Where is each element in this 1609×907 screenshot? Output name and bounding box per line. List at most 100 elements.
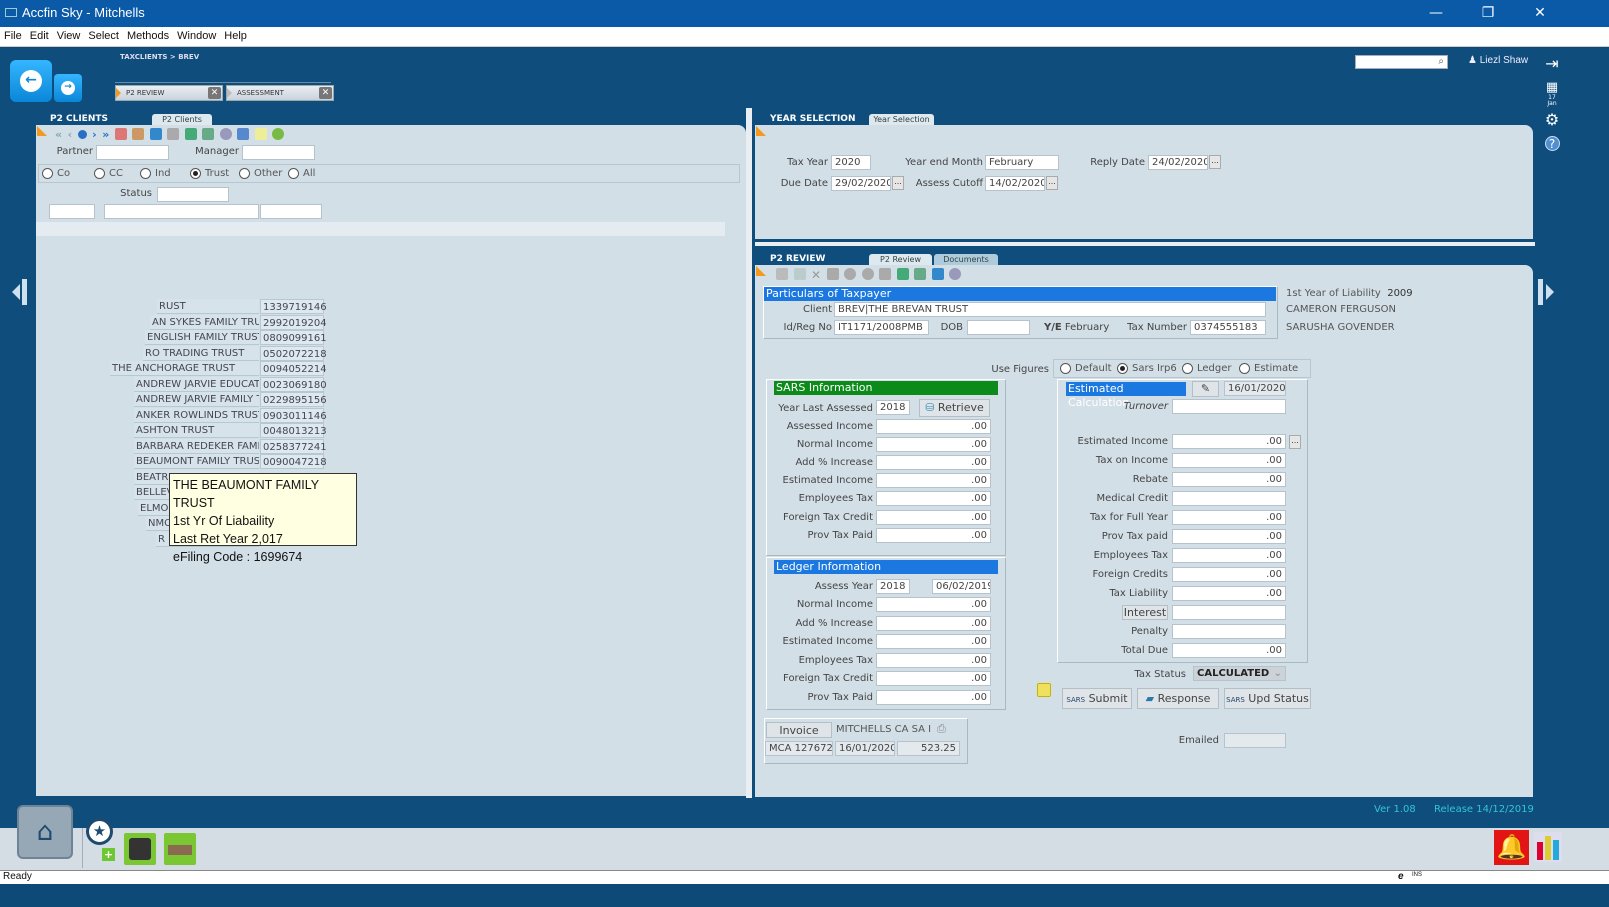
assess-cutoff-input[interactable]: 14/02/2020 bbox=[985, 176, 1045, 191]
estimate-field-input[interactable] bbox=[1172, 605, 1286, 620]
radio-estimate[interactable]: Estimate bbox=[1239, 363, 1298, 374]
doc-tab-assessment[interactable]: ASSESSMENT ✕ bbox=[226, 85, 334, 101]
last-record-icon[interactable]: » bbox=[102, 128, 109, 141]
client-row[interactable]: ANDREW JARVIE FAMILY TF 0229895156 bbox=[0, 392, 330, 408]
minimize-button[interactable]: — bbox=[1413, 0, 1459, 27]
year-last-assessed-input[interactable]: 2018 bbox=[876, 400, 910, 415]
calculator-button[interactable]: ✎ bbox=[1192, 381, 1219, 397]
due-date-input[interactable]: 29/02/2020 bbox=[831, 176, 891, 191]
print-icon[interactable] bbox=[879, 268, 892, 280]
interest-button[interactable]: Interest bbox=[1122, 605, 1168, 620]
note-icon[interactable] bbox=[1037, 683, 1051, 697]
menu-select[interactable]: Select bbox=[84, 27, 123, 42]
radio-cc[interactable]: CC bbox=[94, 168, 123, 179]
emailed-input[interactable] bbox=[1224, 733, 1286, 748]
client-row[interactable]: BEAUMONT FAMILY TRUST 0090047218 bbox=[0, 454, 330, 470]
radio-trust[interactable]: Trust bbox=[190, 168, 229, 179]
client-row[interactable]: ANDREW JARVIE EDUCATIO 0023069180 bbox=[0, 376, 330, 393]
favorites-star-icon[interactable]: ★ bbox=[86, 818, 113, 845]
new-icon[interactable] bbox=[776, 268, 788, 280]
radio-other[interactable]: Other bbox=[239, 168, 282, 179]
estimate-field-input[interactable]: .00 bbox=[1172, 643, 1286, 658]
config-icon[interactable] bbox=[219, 128, 232, 140]
estimate-field-input[interactable]: .00 bbox=[1172, 529, 1286, 544]
expand-right-arrow[interactable] bbox=[1538, 279, 1558, 305]
assess-year-input[interactable]: 2018 bbox=[876, 579, 910, 594]
client-row[interactable]: ASHTON TRUST 0048013213 bbox=[0, 423, 330, 439]
import-icon[interactable] bbox=[202, 128, 215, 140]
estimate-field-input[interactable]: .00 bbox=[1172, 567, 1286, 582]
client-row[interactable]: RO TRADING TRUST 0502072218 bbox=[0, 345, 330, 362]
client-row[interactable]: ENGLISH FAMILY TRUST 0809099161 bbox=[0, 330, 330, 346]
notification-bell-icon[interactable]: 🔔 bbox=[1494, 830, 1529, 865]
ledger-field-input[interactable]: .00 bbox=[876, 615, 991, 631]
sars-field-input[interactable]: .00 bbox=[876, 455, 991, 471]
estimate-field-input[interactable]: .00 bbox=[1172, 453, 1286, 468]
assess-cutoff-picker-button[interactable]: ... bbox=[1046, 176, 1058, 190]
settings-gear-icon[interactable]: ⚙ bbox=[1543, 110, 1561, 129]
sars-field-input[interactable]: .00 bbox=[876, 419, 991, 434]
assess-date-input[interactable]: 06/02/2019 bbox=[932, 579, 991, 594]
import-icon[interactable] bbox=[914, 268, 927, 280]
tax-status-select[interactable]: CALCULATED ⌄ bbox=[1193, 666, 1286, 681]
reply-date-input[interactable]: 24/02/2020 bbox=[1148, 155, 1208, 170]
id-reg-input[interactable]: IT1171/2008PMB bbox=[834, 320, 929, 335]
reject-icon[interactable] bbox=[861, 268, 874, 280]
estimate-field-input[interactable]: .00 bbox=[1172, 586, 1286, 601]
next-record-icon[interactable]: › bbox=[92, 128, 97, 141]
tab-p2-review[interactable]: P2 Review bbox=[869, 254, 932, 265]
stamp-app-icon[interactable] bbox=[164, 833, 196, 865]
edit-icon[interactable] bbox=[793, 268, 806, 280]
help-icon[interactable]: ? bbox=[1544, 136, 1560, 151]
search-icon[interactable]: ⌕ bbox=[1438, 56, 1444, 67]
status-input[interactable] bbox=[157, 187, 229, 202]
tab-documents[interactable]: Documents bbox=[934, 254, 998, 265]
panel-splitter[interactable] bbox=[746, 108, 752, 798]
turnover-input[interactable] bbox=[1172, 399, 1286, 414]
estimated-income-more-button[interactable]: ... bbox=[1289, 435, 1301, 449]
export-icon[interactable] bbox=[184, 128, 197, 140]
export-icon[interactable] bbox=[896, 268, 909, 280]
radio-sars-irp6[interactable]: Sars Irp6 bbox=[1117, 363, 1177, 374]
sars-field-input[interactable]: .00 bbox=[876, 437, 991, 453]
sars-field-input[interactable]: .00 bbox=[876, 509, 991, 525]
menu-view[interactable]: View bbox=[53, 27, 85, 42]
forward-button[interactable]: → bbox=[54, 74, 82, 102]
first-record-icon[interactable]: « bbox=[55, 128, 62, 141]
cube-app-icon[interactable] bbox=[124, 833, 156, 865]
partner-input[interactable] bbox=[96, 145, 169, 160]
client-row[interactable]: THE ANCHORAGE TRUST 0094052214 bbox=[0, 361, 330, 377]
invoice-button[interactable]: Invoice bbox=[766, 722, 832, 738]
menu-file[interactable]: File bbox=[0, 27, 26, 42]
accept-icon[interactable] bbox=[844, 268, 857, 280]
client-row[interactable]: BARBARA REDEKER FAMILY 0258377241 bbox=[0, 438, 330, 455]
back-button[interactable]: ← bbox=[10, 60, 52, 102]
ledger-field-input[interactable]: .00 bbox=[876, 671, 991, 687]
tab-p2-clients[interactable]: P2 Clients bbox=[152, 114, 212, 125]
menu-methods[interactable]: Methods bbox=[123, 27, 173, 42]
filter-code-input[interactable] bbox=[49, 204, 95, 219]
filter-name-input[interactable] bbox=[104, 204, 259, 219]
estimate-field-input[interactable]: .00 bbox=[1172, 472, 1286, 487]
print-invoice-icon[interactable]: ⎙ bbox=[937, 722, 953, 736]
doc-tab-p2-review[interactable]: P2 REVIEW ✕ bbox=[115, 85, 223, 101]
filter-number-input[interactable] bbox=[260, 204, 322, 219]
update-status-button[interactable]: SARS Upd Status bbox=[1224, 688, 1311, 709]
radio-ledger[interactable]: Ledger bbox=[1182, 363, 1232, 374]
delete-icon[interactable]: ✕ bbox=[811, 268, 821, 282]
grid-icon[interactable] bbox=[132, 128, 145, 140]
client-input[interactable]: BREV|THE BREVAN TRUST bbox=[834, 302, 1266, 317]
horizontal-splitter[interactable] bbox=[755, 242, 1535, 246]
client-row[interactable]: AN SYKES FAMILY TRUS 2992019204 bbox=[0, 314, 330, 331]
radio-co[interactable]: Co bbox=[42, 168, 70, 179]
client-row[interactable]: ANKER ROWLINDS TRUST 0903011146 bbox=[0, 407, 330, 424]
menu-edit[interactable]: Edit bbox=[26, 27, 53, 42]
download-icon[interactable] bbox=[272, 128, 285, 140]
ledger-field-input[interactable]: .00 bbox=[876, 652, 991, 668]
dob-input[interactable] bbox=[967, 320, 1030, 335]
print-icon[interactable] bbox=[167, 128, 180, 140]
user-name[interactable]: ♟ Liezl Shaw bbox=[1468, 55, 1528, 66]
close-tab-icon[interactable]: ✕ bbox=[319, 87, 332, 99]
estimate-field-input[interactable]: .00 bbox=[1172, 548, 1286, 563]
menu-window[interactable]: Window bbox=[173, 27, 220, 42]
